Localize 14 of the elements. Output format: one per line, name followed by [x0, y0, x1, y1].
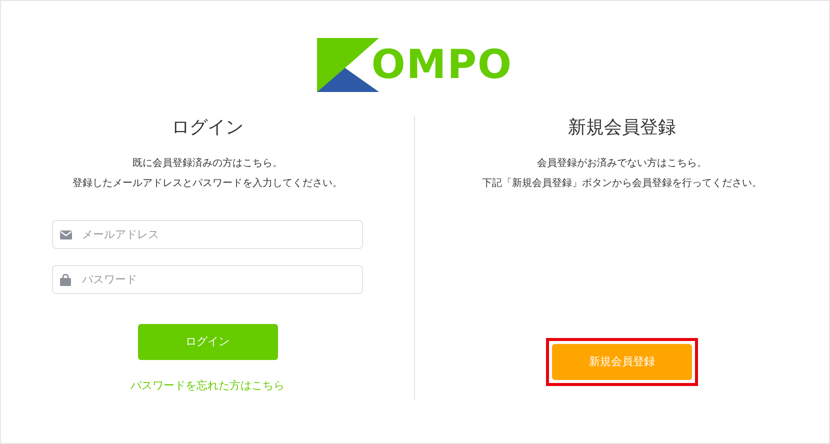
lock-icon [60, 274, 71, 286]
instruction-text: 登録したメールアドレスとパスワードを入力してください。 [72, 176, 342, 191]
email-field[interactable]: メールアドレス [52, 220, 363, 249]
mail-icon [60, 230, 72, 239]
forgot-password-link[interactable]: パスワードを忘れた方はこちら [130, 378, 284, 394]
password-field[interactable]: パスワード [52, 265, 363, 294]
instruction-text: 会員登録がお済みでない方はこちら。 [537, 156, 707, 171]
instruction-text: 下記「新規会員登録」ボタンから会員登録を行ってください。 [482, 176, 762, 191]
logo-text: OMPO [371, 41, 513, 90]
login-title: ログイン [172, 116, 244, 140]
register-button[interactable]: 新規会員登録 [552, 344, 692, 380]
instruction-text: 既に会員登録済みの方はこちら。 [132, 156, 282, 171]
register-title: 新規会員登録 [568, 116, 676, 140]
login-button[interactable]: ログイン [138, 324, 278, 360]
